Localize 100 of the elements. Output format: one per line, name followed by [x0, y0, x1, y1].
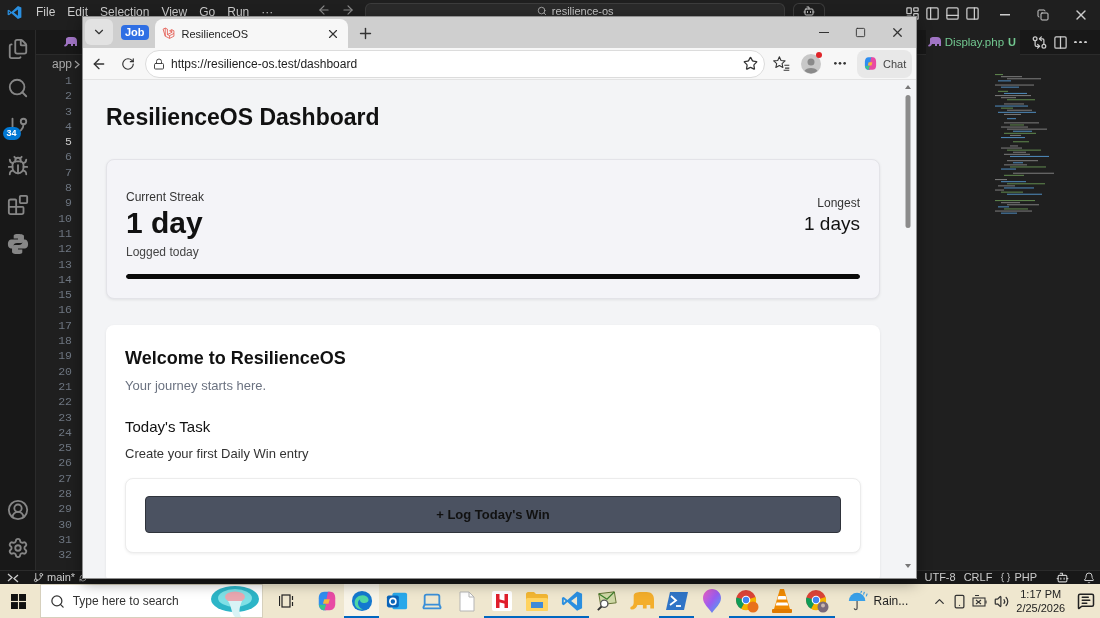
- address-bar[interactable]: https://resilience-os.test/dashboard: [145, 49, 765, 78]
- notification-dot-icon: [816, 51, 822, 58]
- settings-icon[interactable]: [6, 537, 29, 559]
- interlocked-logo-icon[interactable]: [6, 233, 29, 255]
- line-number: 1: [65, 73, 72, 89]
- panel-bottom-icon[interactable]: [945, 6, 960, 21]
- streak-note: Logged today: [126, 244, 200, 260]
- phone-icon[interactable]: [952, 593, 968, 609]
- elephant-icon: [64, 37, 77, 47]
- account-icon[interactable]: [6, 499, 29, 521]
- terminal-icon: [665, 592, 688, 610]
- editor-tab[interactable]: Display.php U: [925, 29, 1020, 55]
- braces-icon: [1000, 572, 1012, 583]
- line-number: 24: [58, 424, 72, 441]
- streak-label: Current Streak: [126, 189, 205, 205]
- folder-icon: [525, 591, 548, 611]
- split-editor-icon[interactable]: [1053, 34, 1068, 50]
- elephant-icon: [629, 591, 654, 611]
- round-browser-avatar-icon: [805, 589, 830, 613]
- robot-icon: [1056, 571, 1069, 584]
- line-number: 26: [58, 455, 72, 471]
- line-number: 27: [58, 470, 72, 486]
- back-icon[interactable]: [317, 3, 332, 17]
- line-number: 6: [65, 149, 72, 165]
- taskbar-button[interactable]: [344, 584, 380, 618]
- more-icon: [833, 62, 846, 65]
- lock-icon: [153, 57, 165, 70]
- menu-item[interactable]: Go: [199, 5, 216, 19]
- close-icon: [890, 25, 905, 40]
- files-icon[interactable]: [6, 38, 29, 60]
- line-number: 20: [58, 363, 72, 379]
- count-badge: 34: [2, 127, 21, 140]
- minimize-icon: [1000, 14, 1010, 16]
- clock[interactable]: 1:17 PM 2/25/2026: [1013, 584, 1069, 618]
- message-icon: [1077, 592, 1096, 610]
- line-number: 11: [58, 225, 72, 242]
- search-icon[interactable]: [6, 77, 29, 99]
- panel-right-icon[interactable]: [965, 6, 980, 21]
- task-heading: Today's Task: [125, 417, 212, 437]
- round-browser-badge-icon: [735, 589, 759, 613]
- favorite-star-icon[interactable]: [743, 56, 758, 71]
- address-input[interactable]: https://resilience-os.test/dashboard: [171, 56, 737, 71]
- line-number: 22: [58, 394, 72, 410]
- streak-value: 1 day: [126, 206, 204, 240]
- mail-app-icon: [385, 590, 408, 612]
- elephant-icon: [927, 37, 941, 47]
- encoding-status[interactable]: UTF-8: [920, 571, 960, 584]
- search-input[interactable]: Type here to search: [72, 594, 191, 608]
- line-number: 32: [58, 547, 72, 563]
- longest-label: Longest: [817, 195, 860, 211]
- envelope-magnifier-icon: [595, 590, 618, 612]
- avatar-icon: [800, 53, 821, 74]
- document-icon: [458, 590, 475, 612]
- forward-icon[interactable]: [341, 3, 356, 17]
- menu-item[interactable]: Selection: [100, 5, 150, 19]
- line-number: 14: [58, 271, 72, 288]
- chevron-icon: [74, 59, 81, 69]
- task-view-icon: [279, 594, 296, 608]
- menu-item[interactable]: View: [161, 5, 188, 19]
- line-number: 28: [58, 486, 72, 502]
- weather-button[interactable]: Rain...: [842, 584, 913, 618]
- tab-group-label[interactable]: Job: [121, 25, 149, 40]
- bug-icon[interactable]: [6, 155, 29, 177]
- taskbar-search-box[interactable]: Type here to search: [39, 584, 264, 618]
- line-number: 5: [65, 134, 72, 150]
- cube-logo-icon: [161, 27, 175, 40]
- browser-tab[interactable]: ResilienceOS: [154, 19, 348, 48]
- branch-status[interactable]: main*: [29, 571, 80, 584]
- panel-left-icon[interactable]: [925, 6, 940, 21]
- line-number: 17: [58, 317, 72, 334]
- breadcrumb-item[interactable]: app: [52, 57, 73, 71]
- line-number: 30: [58, 516, 72, 532]
- blocks-icon[interactable]: [6, 194, 29, 216]
- chat-button[interactable]: Chat: [857, 49, 912, 78]
- menu-item[interactable]: Run: [227, 5, 250, 19]
- line-ending-status[interactable]: CRLF: [959, 571, 997, 584]
- search-icon: [536, 5, 547, 16]
- menu-item[interactable]: Edit: [67, 5, 89, 19]
- more-icon[interactable]: [1074, 40, 1087, 44]
- menu-item[interactable]: File: [36, 5, 56, 19]
- language-status[interactable]: PHP: [996, 571, 1041, 584]
- compare-icon[interactable]: [1032, 34, 1047, 50]
- refresh-icon: [120, 56, 135, 71]
- line-number: 18: [58, 333, 72, 349]
- line-number: 23: [58, 409, 72, 425]
- sync-icon[interactable]: [79, 573, 88, 582]
- volume-icon[interactable]: [994, 593, 1010, 609]
- line-number: 7: [65, 164, 72, 181]
- traffic-cone-icon: [772, 589, 793, 613]
- search-icon: [49, 593, 65, 609]
- code-editor-logo-icon: [7, 5, 22, 20]
- line-number: 15: [58, 287, 72, 303]
- line-number: 25: [58, 440, 72, 456]
- line-number: 13: [58, 256, 72, 272]
- menu-item[interactable]: ···: [261, 5, 274, 19]
- command-center-field[interactable]: resilience-os: [365, 3, 786, 17]
- maximize-icon: [855, 27, 866, 38]
- line-number: 10: [58, 210, 72, 226]
- line-number: 16: [58, 302, 72, 318]
- battery-icon[interactable]: [972, 594, 990, 608]
